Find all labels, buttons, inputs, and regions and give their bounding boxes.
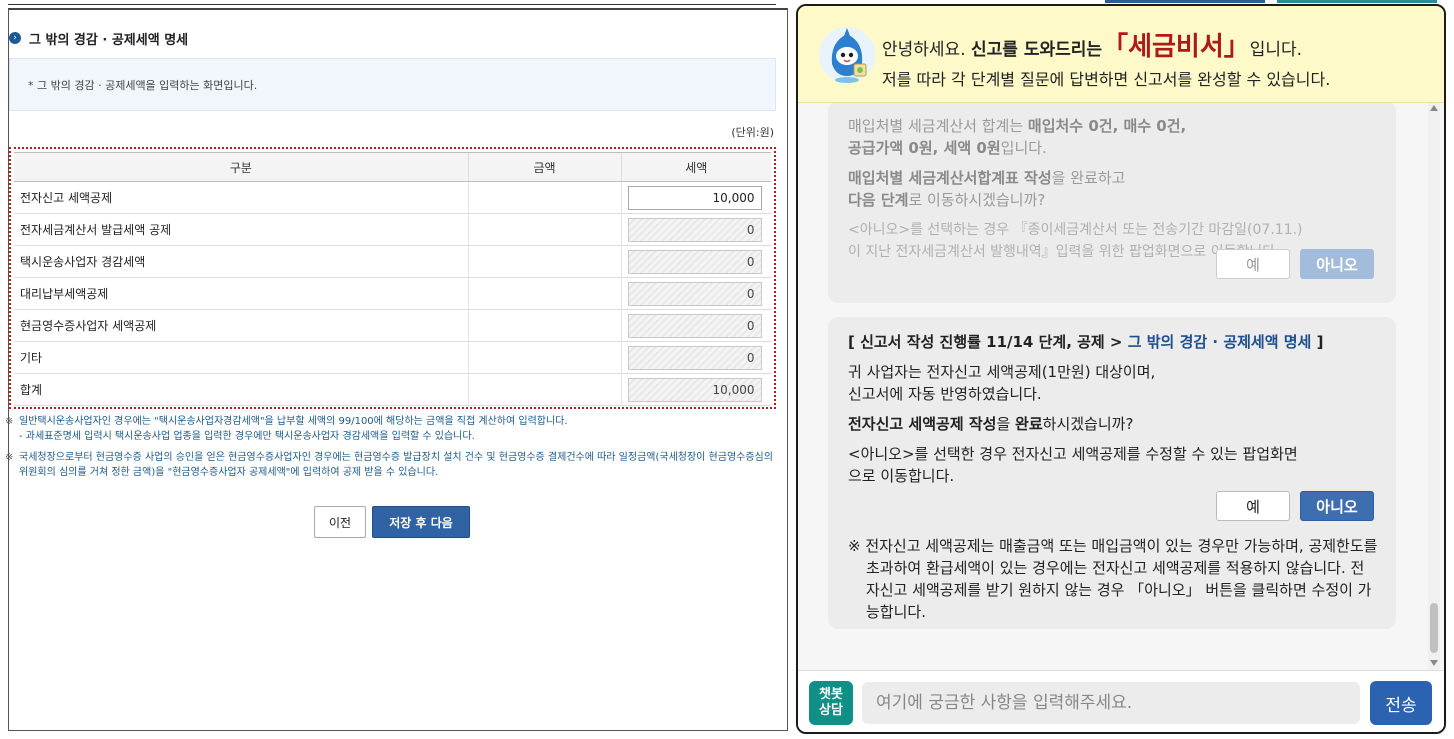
section-header: › 그 밖의 경감 · 공제세액 명세 bbox=[9, 28, 188, 48]
table-row-total: 합계 bbox=[14, 373, 771, 406]
top-tab-indicator bbox=[1105, 0, 1265, 3]
note-mark: ※ bbox=[5, 452, 14, 463]
greeting-bold: 신고를 도와드리는 bbox=[971, 40, 1103, 60]
notes: ※ 일반택시운송사업자인 경우에는 "택시운송사업자경감세액"을 납부할 세액의… bbox=[5, 414, 779, 486]
deduction-table: 구분 금액 세액 전자신고 세액공제 전자세금계산서 발급세액 공제 택시운 bbox=[14, 152, 771, 406]
question-line: 전자신고 세액공제 작성을 완료하시겠습니까? bbox=[848, 415, 1134, 433]
top-rule bbox=[8, 4, 776, 5]
row-label: 현금영수증사업자 세액공제 bbox=[14, 309, 468, 342]
section-title: 그 밖의 경감 · 공제세액 명세 bbox=[29, 32, 189, 48]
yes-no-buttons: 예 아니오 bbox=[1216, 491, 1374, 521]
table-row: 현금영수증사업자 세액공제 bbox=[14, 309, 771, 342]
scroll-down-icon[interactable] bbox=[1430, 660, 1438, 666]
row-amount bbox=[467, 373, 621, 406]
old-no-button[interactable]: 아니오 bbox=[1300, 249, 1374, 279]
progress-step-link[interactable]: 그 밖의 경감 · 공제세액 명세 bbox=[1128, 333, 1312, 351]
row-amount bbox=[467, 309, 621, 342]
no-button[interactable]: 아니오 bbox=[1300, 491, 1374, 521]
row-label: 전자신고 세액공제 bbox=[14, 181, 468, 214]
col-header-amount: 금액 bbox=[467, 152, 621, 182]
message-line: 매입처별 세금계산서합계표 작성을 완료하고 다음 단계로 이동하시겠습니까? bbox=[848, 169, 1126, 209]
row-label: 대리납부세액공제 bbox=[14, 277, 468, 310]
note-cash-receipt: ※ 국세청장으로부터 현금영수증 사업의 승인을 얻은 현금영수증사업자인 경우… bbox=[5, 450, 779, 480]
tax-assistant-mascot-icon bbox=[819, 27, 875, 83]
row-amount bbox=[467, 341, 621, 374]
row-label: 택시운송사업자 경감세액 bbox=[14, 245, 468, 278]
send-button[interactable]: 전송 bbox=[1370, 681, 1432, 725]
chat-input-bar: 챗봇 상담 전송 bbox=[798, 670, 1444, 732]
col-header-tax: 세액 bbox=[620, 152, 771, 182]
chatbot-panel: 안녕하세요. 신고를 도와드리는「세금비서」입니다. 저를 따라 각 단계별 질… bbox=[796, 4, 1446, 734]
message-line: 귀 사업자는 전자신고 세액공제(1만원) 대상이며, 신고서에 자동 반영하였습… bbox=[848, 363, 1156, 403]
row-label: 합계 bbox=[14, 373, 468, 406]
deduction-note: ※ 전자신고 세액공제는 매출금액 또는 매입금액이 있는 경우만 가능하며, … bbox=[848, 537, 1378, 621]
greeting-suffix: 입니다. bbox=[1249, 40, 1303, 60]
scroll-thumb[interactable] bbox=[1430, 603, 1438, 653]
brand-name: 「세금비서」 bbox=[1102, 32, 1250, 62]
chat-message-current: [ 신고서 작성 진행률 11/14 단계, 공제 > 그 밖의 경감 · 공제… bbox=[828, 317, 1396, 629]
deduction-table-wrapper: 구분 금액 세액 전자신고 세액공제 전자세금계산서 발급세액 공제 택시운 bbox=[9, 147, 776, 409]
chat-scrollbar[interactable] bbox=[1428, 103, 1440, 670]
row-amount bbox=[467, 277, 621, 310]
chat-message-previous: 매입처별 세금계산서 합계는 매입처수 0건, 매수 0건, 공급가액 0원, 세… bbox=[828, 103, 1396, 303]
top-tab-indicator-2 bbox=[1277, 0, 1437, 3]
row-amount bbox=[467, 181, 621, 214]
tax-input-proxy-payment bbox=[627, 281, 762, 306]
yes-button[interactable]: 예 bbox=[1216, 491, 1290, 521]
tax-input-e-filing[interactable] bbox=[627, 185, 762, 210]
tax-input-other bbox=[627, 345, 762, 370]
col-header-category: 구분 bbox=[14, 152, 468, 182]
progress-line: [ 신고서 작성 진행률 11/14 단계, 공제 > 그 밖의 경감 · 공제… bbox=[848, 333, 1324, 351]
table-row: 기타 bbox=[14, 341, 771, 374]
row-amount bbox=[467, 213, 621, 246]
tax-input-total bbox=[627, 377, 762, 402]
scroll-up-icon[interactable] bbox=[1430, 105, 1438, 111]
row-label: 전자세금계산서 발급세액 공제 bbox=[14, 213, 468, 246]
chat-input[interactable] bbox=[862, 682, 1360, 724]
note-text: 국세청장으로부터 현금영수증 사업의 승인을 얻은 현금영수증사업자인 경우에는… bbox=[19, 452, 773, 478]
chatbot-consult-icon[interactable]: 챗봇 상담 bbox=[809, 681, 853, 725]
row-amount bbox=[467, 245, 621, 278]
greeting-prefix: 안녕하세요. bbox=[882, 40, 972, 60]
table-row: 대리납부세액공제 bbox=[14, 277, 771, 310]
info-text: * 그 밖의 경감 · 공제세액을 입력하는 화면입니다. bbox=[28, 78, 258, 92]
save-next-button[interactable]: 저장 후 다음 bbox=[372, 506, 470, 538]
table-header-row: 구분 금액 세액 bbox=[14, 152, 771, 182]
note-text: 일반택시운송사업자인 경우에는 "택시운송사업자경감세액"을 납부할 세액의 9… bbox=[19, 416, 568, 427]
table-row: 전자신고 세액공제 bbox=[14, 181, 771, 214]
message-line: <아니오>를 선택한 경우 전자신고 세액공제를 수정할 수 있는 팝업화면 으로… bbox=[848, 445, 1298, 485]
note-mark: ※ bbox=[5, 416, 14, 427]
table-row: 택시운송사업자 경감세액 bbox=[14, 245, 771, 278]
old-yes-no-buttons: 예 아니오 bbox=[1216, 249, 1374, 279]
form-buttons: 이전 저장 후 다음 bbox=[314, 506, 470, 538]
table-row: 전자세금계산서 발급세액 공제 bbox=[14, 213, 771, 246]
unit-label: (단위:원) bbox=[731, 126, 774, 139]
note-taxi: ※ 일반택시운송사업자인 경우에는 "택시운송사업자경감세액"을 납부할 세액의… bbox=[5, 414, 779, 444]
greeting-line1: 안녕하세요. 신고를 도와드리는「세금비서」입니다. bbox=[882, 26, 1302, 63]
tax-input-e-invoice bbox=[627, 217, 762, 242]
row-label: 기타 bbox=[14, 341, 468, 374]
chat-messages: 매입처별 세금계산서 합계는 매입처수 0건, 매수 0건, 공급가액 0원, 세… bbox=[798, 103, 1444, 670]
note-subtext: - 과세표준명세 입력시 택시운송사업 업종을 입력한 경우에만 택시운송사업자… bbox=[19, 431, 475, 442]
tax-input-taxi bbox=[627, 249, 762, 274]
message-line: 매입처별 세금계산서 합계는 매입처수 0건, 매수 0건, 공급가액 0원, 세… bbox=[848, 117, 1187, 157]
chat-header: 안녕하세요. 신고를 도와드리는「세금비서」입니다. 저를 따라 각 단계별 질… bbox=[798, 6, 1444, 103]
old-yes-button[interactable]: 예 bbox=[1216, 249, 1290, 279]
section-bullet-icon: › bbox=[9, 32, 21, 44]
greeting-line2: 저를 따라 각 단계별 질문에 답변하면 신고서를 완성할 수 있습니다. bbox=[882, 70, 1331, 89]
deduction-form-panel: › 그 밖의 경감 · 공제세액 명세 * 그 밖의 경감 · 공제세액을 입력… bbox=[5, 8, 788, 731]
info-box: * 그 밖의 경감 · 공제세액을 입력하는 화면입니다. bbox=[9, 58, 776, 111]
prev-button[interactable]: 이전 bbox=[314, 506, 366, 538]
tax-input-cash-receipt bbox=[627, 313, 762, 338]
